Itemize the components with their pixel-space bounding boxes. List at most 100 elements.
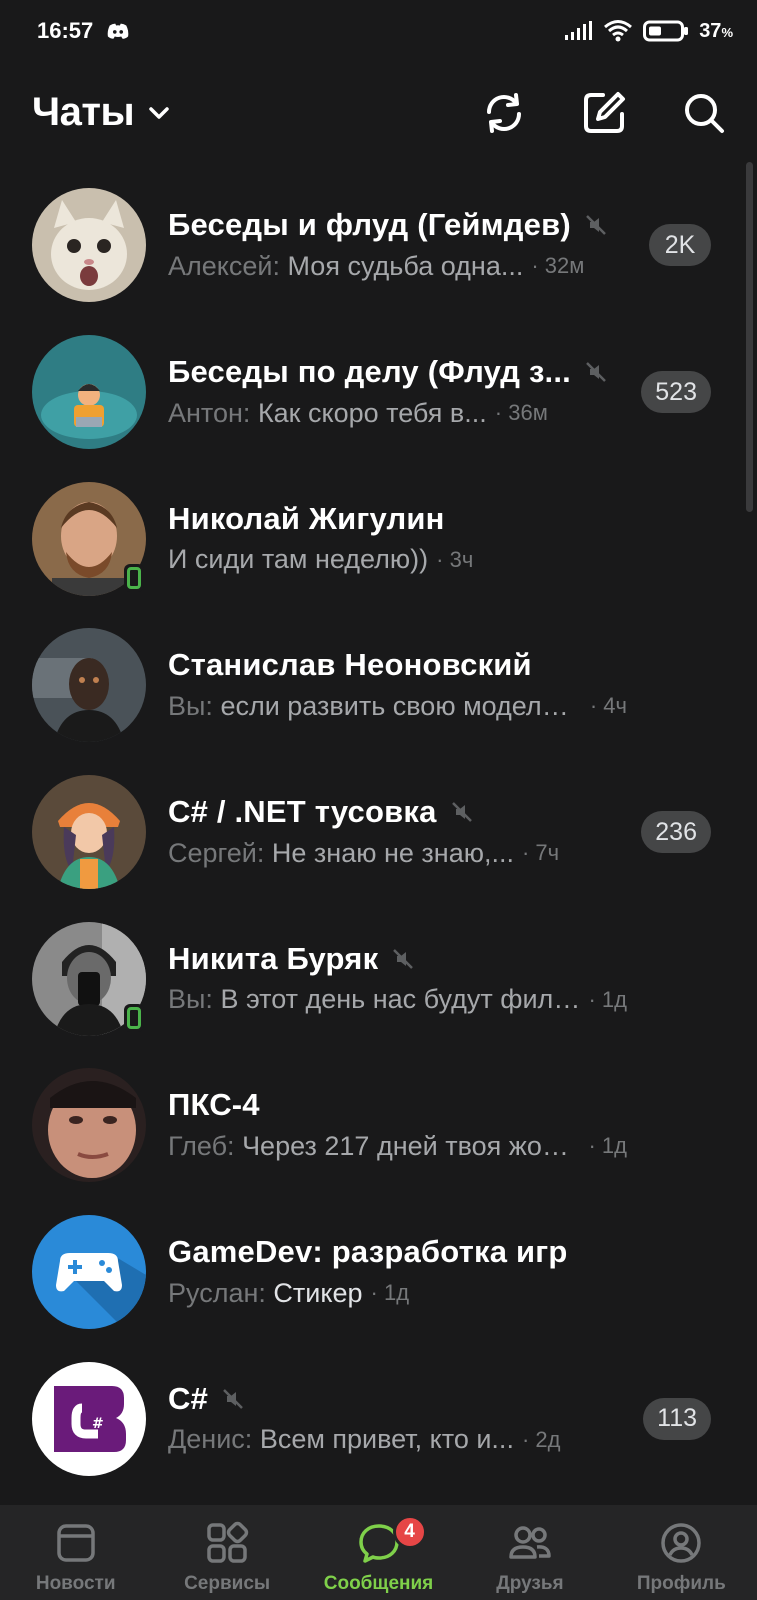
nav-news[interactable]: Новости: [0, 1505, 151, 1600]
chat-preview: Через 217 дней твоя жопа...: [242, 1130, 581, 1161]
chat-time: · 1д: [370, 1280, 410, 1306]
chat-sender: Вы:: [168, 984, 213, 1015]
compose-icon: [584, 91, 625, 133]
chat-title: ПКС-4: [168, 1087, 260, 1123]
svg-text:#: #: [92, 1416, 104, 1432]
discord-icon: [107, 23, 129, 39]
chat-sender: Сергей:: [168, 837, 265, 868]
refresh-icon: [487, 92, 521, 133]
avatar[interactable]: #: [32, 1361, 146, 1476]
search-icon: [685, 93, 724, 133]
muted-icon: [586, 215, 606, 236]
chat-sender: Глеб:: [168, 1130, 235, 1161]
online-mobile-indicator: [124, 1003, 144, 1032]
chat-title: Станислав Неоновский: [168, 647, 532, 683]
nav-label: Сервисы: [184, 1573, 271, 1594]
friends-icon: [509, 1526, 551, 1559]
chat-sender: Руслан:: [168, 1277, 266, 1308]
compose-button[interactable]: [581, 90, 627, 136]
online-mobile-indicator: [124, 563, 144, 592]
muted-icon: [393, 948, 414, 969]
avatar[interactable]: [32, 1215, 146, 1330]
chat-sender: Денис:: [168, 1424, 253, 1455]
muted-icon: [451, 802, 472, 822]
chat-item[interactable]: Николай Жигулин И сиди там неделю)) · 3ч: [0, 465, 757, 612]
unread-badge: 523: [641, 371, 711, 414]
chat-list: Беседы и флуд (Геймдев) Алексей: Моя суд…: [0, 172, 757, 1492]
chat-sender: Вы:: [168, 690, 213, 721]
unread-badge: 236: [641, 811, 711, 854]
chat-preview: Как скоро тебя в...: [257, 397, 487, 428]
header: Чаты: [0, 75, 757, 150]
chat-item[interactable]: ПКС-4 Глеб: Через 217 дней твоя жопа... ·…: [0, 1052, 757, 1199]
chat-title: GameDev: разработка игр: [168, 1234, 568, 1270]
nav-profile[interactable]: Профиль: [606, 1505, 757, 1600]
search-button[interactable]: [681, 90, 727, 136]
masked-person-avatar-image: [32, 628, 146, 743]
chat-preview: Не знаю не знаю,...: [271, 837, 514, 868]
chat-item[interactable]: GameDev: разработка игр Руслан: Стикер · …: [0, 1199, 757, 1346]
nav-label: Профиль: [636, 1573, 726, 1594]
chat-item[interactable]: C# / .NET тусовка Сергей: Не знаю не зна…: [0, 759, 757, 906]
messages-badge: 4: [392, 1515, 427, 1549]
chat-title: Беседы и флуд (Геймдев): [168, 207, 571, 243]
unread-badge: 2K: [649, 224, 711, 267]
battery-level: 37%: [699, 19, 733, 42]
chat-preview: если развить свою модель б...: [220, 690, 582, 721]
nav-messages[interactable]: 4 Сообщения: [303, 1505, 454, 1600]
chat-sender: Алексей:: [168, 250, 280, 281]
chat-title: C# / .NET тусовка: [168, 794, 437, 830]
wifi-icon: [604, 20, 633, 42]
services-icon: [207, 1521, 249, 1563]
anime-girl-avatar-image: [32, 775, 146, 890]
avatar[interactable]: [32, 188, 146, 303]
nav-services[interactable]: Сервисы: [151, 1505, 302, 1600]
signal-icon: [565, 21, 593, 40]
avatar[interactable]: [32, 335, 146, 450]
chat-preview: Стикер: [273, 1277, 363, 1308]
chat-title: Николай Жигулин: [168, 500, 445, 536]
nav-label: Сообщения: [323, 1573, 434, 1594]
muted-icon: [586, 362, 606, 382]
news-icon: [56, 1524, 95, 1562]
chat-sender: Антон:: [168, 397, 251, 428]
nav-label: Друзья: [496, 1573, 564, 1594]
avatar[interactable]: [32, 775, 146, 890]
chat-item[interactable]: Беседы по делу (Флуд з... Антон: Как ско…: [0, 319, 757, 466]
chat-preview: Моя судьба одна...: [287, 250, 524, 281]
face-closeup-avatar-image: [32, 1068, 146, 1183]
chat-title: C#: [168, 1380, 209, 1416]
unread-badge: 113: [643, 1397, 711, 1440]
chat-item[interactable]: # C# Денис: Всем привет, кто и... · 2д 11…: [0, 1346, 757, 1493]
chat-item[interactable]: Никита Буряк Вы: В этот день нас будут ф…: [0, 905, 757, 1052]
chat-item[interactable]: Станислав Неоновский Вы: если развить св…: [0, 612, 757, 759]
bottom-navigation: Новости Сервисы 4 Сообщения Друзья Профи…: [0, 1505, 757, 1600]
chat-title: Никита Буряк: [168, 940, 379, 976]
chat-preview: В этот день нас будут фильтр...: [220, 984, 581, 1015]
chat-time: · 1д: [588, 1133, 627, 1159]
nav-label: Новости: [35, 1573, 116, 1594]
nav-friends[interactable]: Друзья: [454, 1505, 605, 1600]
page-title[interactable]: Чаты: [32, 90, 135, 135]
status-bar: 16:57 37%: [0, 0, 757, 62]
chat-time: · 1д: [588, 986, 627, 1012]
csharp-logo-avatar-image: #: [32, 1361, 146, 1476]
chat-preview: И сиди там неделю)): [168, 544, 429, 575]
profile-icon: [661, 1523, 702, 1563]
avatar[interactable]: [32, 628, 146, 743]
chat-time: · 3ч: [436, 546, 474, 572]
battery-icon: [643, 20, 689, 42]
chat-time: · 36м: [494, 400, 548, 426]
chat-time: · 32м: [531, 253, 585, 279]
group-avatar-image: [32, 335, 146, 450]
cat-avatar-image: [32, 188, 146, 303]
chat-time: · 4ч: [589, 693, 627, 719]
status-time: 16:57: [37, 18, 94, 43]
chat-time: · 2д: [521, 1426, 561, 1452]
refresh-button[interactable]: [481, 90, 527, 136]
chat-time: · 7ч: [521, 840, 560, 866]
chat-title: Беседы по делу (Флуд з...: [168, 354, 571, 390]
avatar[interactable]: [32, 1068, 146, 1183]
chat-item[interactable]: Беседы и флуд (Геймдев) Алексей: Моя суд…: [0, 172, 757, 319]
chevron-down-icon[interactable]: [148, 106, 170, 120]
